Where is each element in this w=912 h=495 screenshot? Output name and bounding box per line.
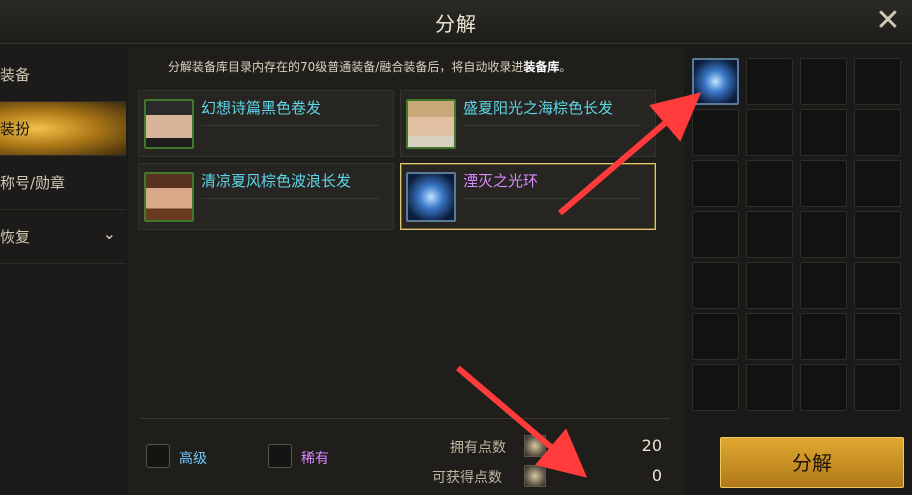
slot-empty[interactable] bbox=[692, 364, 739, 411]
item-name: 盛夏阳光之海棕色长发 bbox=[463, 99, 614, 117]
slot-empty[interactable] bbox=[692, 313, 739, 360]
slot-empty[interactable] bbox=[746, 160, 793, 207]
disassemble-slot-grid bbox=[692, 58, 906, 415]
sidebar-item-label: 装扮 bbox=[0, 120, 31, 138]
sidebar-item-title-medal[interactable]: 称号/勋章 bbox=[0, 156, 126, 210]
slot-empty[interactable] bbox=[800, 262, 847, 309]
hair-item-thumbnail bbox=[406, 99, 456, 149]
divider bbox=[463, 125, 641, 126]
item-name: 清凉夏风棕色波浪长发 bbox=[201, 172, 352, 190]
sidebar-item-label: 恢复 bbox=[0, 228, 31, 246]
owned-points-value: 20 bbox=[641, 436, 662, 455]
slot-empty[interactable] bbox=[800, 58, 847, 105]
points-icon bbox=[524, 465, 546, 487]
notice-text: 分解装备库目录内存在的70级普通装备/融合装备后，将自动收录进装备库。 bbox=[168, 60, 572, 74]
slot-empty[interactable] bbox=[800, 211, 847, 258]
item-name: 湮灭之光环 bbox=[463, 172, 539, 190]
points-icon bbox=[524, 435, 546, 457]
slot-empty[interactable] bbox=[746, 313, 793, 360]
slot-empty[interactable] bbox=[800, 160, 847, 207]
sidebar-item-avatar[interactable]: 装扮 bbox=[0, 102, 126, 156]
item-card-selected[interactable]: 湮灭之光环 bbox=[400, 163, 656, 230]
disassemble-button[interactable]: 分解 bbox=[720, 437, 904, 488]
divider bbox=[201, 125, 379, 126]
filter-advanced-checkbox[interactable] bbox=[146, 444, 170, 468]
gain-points-label: 可获得点数 bbox=[432, 470, 502, 486]
slot-empty[interactable] bbox=[746, 262, 793, 309]
window-title: 分解 bbox=[435, 12, 477, 36]
item-card[interactable]: 盛夏阳光之海棕色长发 bbox=[400, 90, 656, 157]
slot-empty[interactable] bbox=[692, 160, 739, 207]
divider bbox=[140, 418, 670, 419]
chevron-down-icon: ⌄ bbox=[102, 224, 116, 243]
slot-filled[interactable] bbox=[692, 58, 739, 105]
close-icon[interactable]: ✕ bbox=[870, 4, 906, 40]
slot-empty[interactable] bbox=[854, 58, 901, 105]
item-card[interactable]: 清凉夏风棕色波浪长发 bbox=[138, 163, 394, 230]
slot-empty[interactable] bbox=[746, 364, 793, 411]
sidebar-item-restore[interactable]: 恢复 ⌄ bbox=[0, 210, 126, 264]
slot-empty[interactable] bbox=[746, 109, 793, 156]
sidebar-item-equipment[interactable]: 装备 bbox=[0, 48, 126, 102]
slot-empty[interactable] bbox=[800, 364, 847, 411]
slot-empty[interactable] bbox=[746, 211, 793, 258]
slot-empty[interactable] bbox=[800, 109, 847, 156]
owned-points-label: 拥有点数 bbox=[450, 440, 506, 456]
slot-empty[interactable] bbox=[800, 313, 847, 360]
item-card[interactable]: 幻想诗篇黑色卷发 bbox=[138, 90, 394, 157]
hair-item-thumbnail bbox=[144, 99, 194, 149]
filter-rare-label: 稀有 bbox=[301, 451, 329, 467]
divider bbox=[463, 198, 641, 199]
item-list-panel: 分解装备库目录内存在的70级普通装备/融合装备后，将自动收录进装备库。 幻想诗篇… bbox=[128, 48, 684, 495]
filter-rare-checkbox[interactable] bbox=[268, 444, 292, 468]
gain-points-value: 0 bbox=[651, 466, 662, 485]
slot-empty[interactable] bbox=[854, 313, 901, 360]
filter-advanced-label: 高级 bbox=[179, 451, 207, 467]
slot-empty[interactable] bbox=[854, 211, 901, 258]
sidebar: 装备 装扮 称号/勋章 恢复 ⌄ bbox=[0, 48, 126, 495]
slot-empty[interactable] bbox=[854, 262, 901, 309]
slot-empty[interactable] bbox=[854, 160, 901, 207]
hair-item-thumbnail bbox=[144, 172, 194, 222]
slot-empty[interactable] bbox=[854, 364, 901, 411]
slot-empty[interactable] bbox=[692, 262, 739, 309]
sidebar-item-label: 装备 bbox=[0, 66, 31, 84]
title-bar: 分解 ✕ bbox=[0, 0, 912, 44]
slot-empty[interactable] bbox=[692, 109, 739, 156]
item-name: 幻想诗篇黑色卷发 bbox=[201, 99, 322, 117]
slot-empty[interactable] bbox=[854, 109, 901, 156]
sidebar-item-label: 称号/勋章 bbox=[0, 174, 66, 192]
slot-empty[interactable] bbox=[692, 211, 739, 258]
divider bbox=[201, 198, 379, 199]
slot-empty[interactable] bbox=[746, 58, 793, 105]
halo-item-thumbnail bbox=[406, 172, 456, 222]
